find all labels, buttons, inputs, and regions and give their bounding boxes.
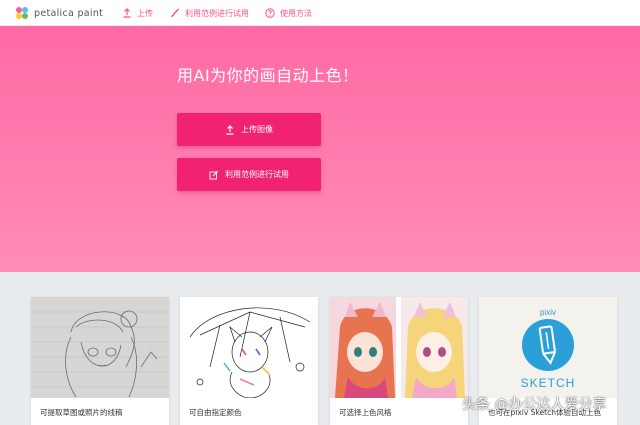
nav-sample-label: 利用范例进行试用 <box>185 8 249 18</box>
style-comparison-image <box>330 297 468 398</box>
upload-icon <box>226 124 234 135</box>
logo-text: petalica paint <box>34 7 104 19</box>
top-nav: petalica paint 上传 利用范例进行试用 使用方法 <box>0 0 640 26</box>
card-caption: 可选择上色风格 <box>339 408 392 417</box>
sketch-label: SKETCH <box>520 376 576 390</box>
card-caption: 可自由指定颜色 <box>189 408 242 417</box>
upload-image-button[interactable]: 上传图像 <box>177 113 321 146</box>
nav-sample-link[interactable]: 利用范例进行试用 <box>170 5 249 21</box>
feature-card-styles[interactable]: 可选择上色风格 <box>330 297 468 425</box>
palette-logo-icon <box>16 7 28 19</box>
edit-icon <box>209 170 219 179</box>
nav-help-link[interactable]: 使用方法 <box>265 5 312 21</box>
upload-image-label: 上传图像 <box>241 125 273 134</box>
brush-icon <box>171 8 180 17</box>
hero-title: 用AI为你的画自动上色！ <box>177 66 359 85</box>
watermark-text: 头条 @办公达人爱分享 <box>462 397 607 413</box>
try-sample-button[interactable]: 利用范例进行试用 <box>177 158 321 191</box>
nav-upload-label: 上传 <box>137 8 153 18</box>
try-sample-label: 利用范例进行试用 <box>225 170 289 179</box>
upload-icon <box>123 8 131 18</box>
sketch-photo-image <box>31 297 169 398</box>
lineart-hints-image <box>180 297 318 398</box>
help-icon <box>265 8 275 18</box>
logo[interactable]: petalica paint <box>14 5 103 21</box>
nav-upload-link[interactable]: 上传 <box>122 5 153 21</box>
hero-section: 用AI为你的画自动上色！ 上传图像 利用范例进行试用 <box>0 26 640 272</box>
pixiv-sketch-image: pixiv SKETCH <box>479 297 617 398</box>
feature-card-colors[interactable]: 可自由指定颜色 <box>180 297 318 425</box>
nav-help-label: 使用方法 <box>280 8 312 18</box>
card-caption: 可提取草图或照片的线稿 <box>40 408 123 417</box>
feature-card-lineart[interactable]: 可提取草图或照片的线稿 <box>31 297 169 425</box>
